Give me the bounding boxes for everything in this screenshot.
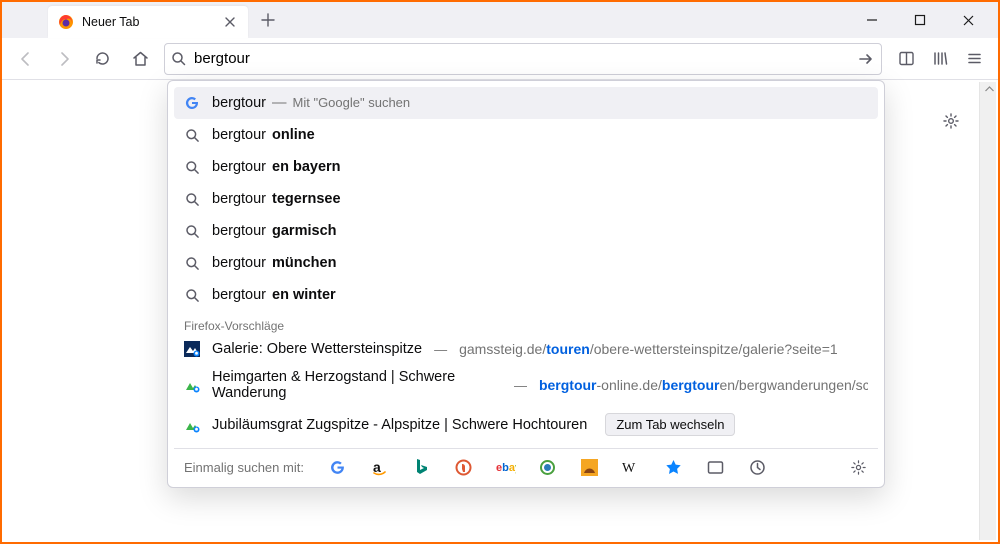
- suggestion-title: Galerie: Obere Wettersteinspitze: [212, 341, 422, 357]
- close-window-button[interactable]: [946, 5, 990, 35]
- search-engine-bing[interactable]: [412, 457, 432, 477]
- minimize-button[interactable]: [850, 5, 894, 35]
- search-icon: [171, 51, 186, 66]
- firefox-icon: [58, 14, 74, 30]
- search-engine-google[interactable]: [328, 457, 348, 477]
- tab-title: Neuer Tab: [82, 15, 214, 29]
- search-engine-wikipedia[interactable]: W: [622, 457, 642, 477]
- newtab-settings-button[interactable]: [942, 112, 960, 130]
- vertical-scrollbar[interactable]: [979, 82, 996, 540]
- navigation-toolbar: [2, 38, 998, 80]
- search-engine-bookmarks[interactable]: [664, 457, 684, 477]
- browser-window: Neuer Tab: [0, 0, 1000, 544]
- search-icon: [184, 223, 200, 239]
- search-engine-tabs[interactable]: [706, 457, 726, 477]
- go-arrow-icon[interactable]: [857, 50, 875, 68]
- suggestion-primary[interactable]: bergtour — Mit "Google" suchen: [174, 87, 878, 119]
- search-engine-ecosia[interactable]: [538, 457, 558, 477]
- site-favicon: [184, 377, 200, 393]
- close-icon[interactable]: [222, 14, 238, 30]
- app-menu-button[interactable]: [960, 45, 988, 73]
- browser-tab[interactable]: Neuer Tab: [48, 6, 248, 38]
- suggestion-url: bergtour-online.de/bergtouren/bergwander…: [539, 377, 868, 393]
- search-engine-leo[interactable]: [580, 457, 600, 477]
- back-button[interactable]: [12, 45, 40, 73]
- suggestion-text: bergtour: [212, 95, 266, 111]
- urlbar-dropdown: bergtour — Mit "Google" suchen bergtour …: [167, 80, 885, 488]
- suggestion-title: Heimgarten & Herzogstand | Schwere Wande…: [212, 369, 502, 401]
- tab-strip: Neuer Tab: [2, 2, 998, 38]
- forward-button[interactable]: [50, 45, 78, 73]
- reader-view-button[interactable]: [892, 45, 920, 73]
- maximize-button[interactable]: [898, 5, 942, 35]
- suggestion-row[interactable]: bergtouren winter: [174, 279, 878, 311]
- switch-to-tab-button[interactable]: Zum Tab wechseln: [605, 413, 735, 436]
- firefox-suggest-row[interactable]: Jubiläumsgrat Zugspitze - Alpspitze | Sc…: [174, 407, 878, 442]
- url-input[interactable]: [194, 50, 849, 67]
- library-button[interactable]: [926, 45, 954, 73]
- suggestion-title: Jubiläumsgrat Zugspitze - Alpspitze | Sc…: [212, 417, 587, 433]
- new-tab-button[interactable]: [254, 6, 282, 34]
- svg-text:W: W: [622, 461, 636, 474]
- site-favicon: [184, 341, 200, 357]
- search-icon: [184, 191, 200, 207]
- search-icon: [184, 287, 200, 303]
- one-off-search-bar: Einmalig suchen mit: a ebay W: [174, 448, 878, 481]
- window-controls: [850, 5, 990, 35]
- svg-text:ebay: ebay: [496, 462, 516, 474]
- suggestion-row[interactable]: bergtouren bayern: [174, 151, 878, 183]
- firefox-suggest-label: Firefox-Vorschläge: [174, 311, 878, 335]
- search-engine-amazon[interactable]: a: [370, 457, 390, 477]
- search-icon: [184, 127, 200, 143]
- firefox-suggest-row[interactable]: Heimgarten & Herzogstand | Schwere Wande…: [174, 363, 878, 407]
- search-icon: [184, 159, 200, 175]
- url-bar[interactable]: [164, 43, 882, 75]
- suggestion-row[interactable]: bergtour online: [174, 119, 878, 151]
- suggestion-row[interactable]: bergtour tegernsee: [174, 183, 878, 215]
- firefox-suggest-row[interactable]: Galerie: Obere Wettersteinspitze—gamsste…: [174, 335, 878, 363]
- suggestion-row[interactable]: bergtour münchen: [174, 247, 878, 279]
- search-engine-ebay[interactable]: ebay: [496, 457, 516, 477]
- search-engine-history[interactable]: [748, 457, 768, 477]
- one-off-label: Einmalig suchen mit:: [184, 460, 304, 475]
- reload-button[interactable]: [88, 45, 116, 73]
- site-favicon: [184, 417, 200, 433]
- suggestion-row[interactable]: bergtour garmisch: [174, 215, 878, 247]
- search-engine-duckduckgo[interactable]: [454, 457, 474, 477]
- search-settings-button[interactable]: [848, 457, 868, 477]
- engine-hint: Mit "Google" suchen: [293, 95, 411, 110]
- scroll-up-icon[interactable]: [984, 84, 994, 94]
- google-icon: [184, 95, 200, 111]
- suggestion-url: gamssteig.de/touren/obere-wettersteinspi…: [459, 341, 838, 357]
- home-button[interactable]: [126, 45, 154, 73]
- search-icon: [184, 255, 200, 271]
